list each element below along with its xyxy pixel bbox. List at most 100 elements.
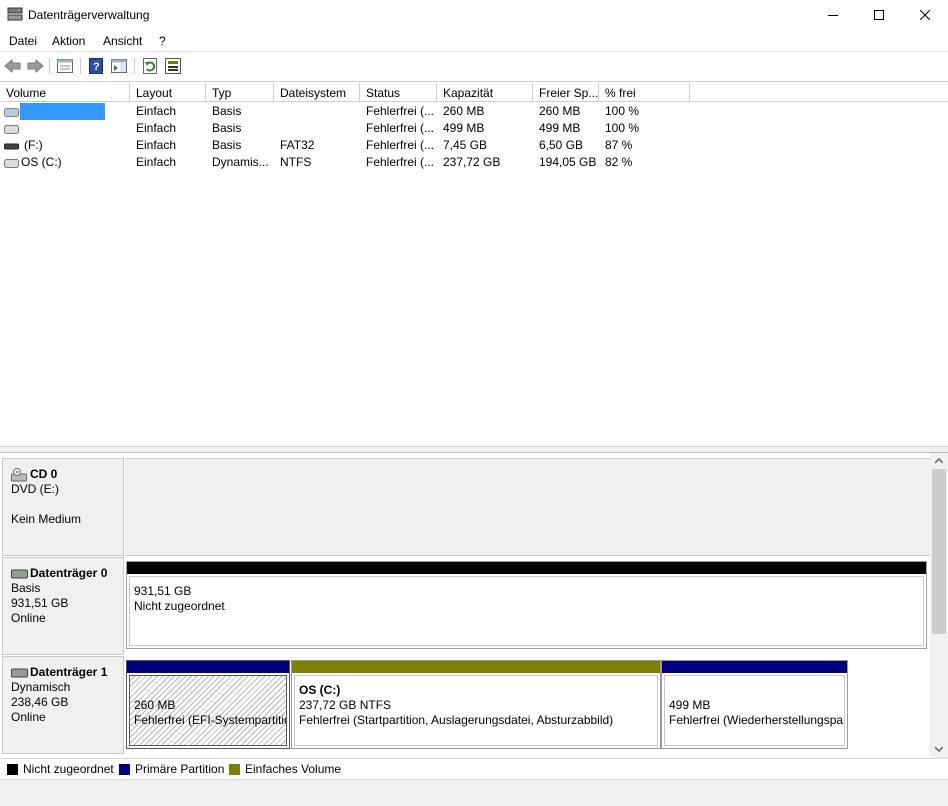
rescan-button[interactable] (163, 56, 183, 76)
cell-dateisystem (273, 121, 359, 137)
partition-size: 237,72 GB NTFS (299, 698, 392, 712)
partition-color-bar (662, 661, 847, 673)
cell-status: Fehlerfrei (... (366, 138, 435, 152)
disk-type: Basis (11, 581, 41, 595)
partition-body: 931,51 GB Nicht zugeordnet (129, 576, 924, 646)
close-button[interactable] (902, 0, 948, 30)
hard-disk-icon (11, 569, 28, 578)
disk-name-row: CD 0 (11, 467, 123, 482)
partition-body: OS (C:) 237,72 GB NTFS Fehlerfrei (Start… (294, 675, 658, 746)
partition-title (134, 683, 286, 698)
column-header-layout[interactable]: Layout (130, 83, 206, 102)
menu-divider (0, 51, 948, 52)
back-button[interactable] (3, 56, 23, 76)
disk-drive-letter: DVD (E:) (11, 482, 59, 496)
disk-size: 238,46 GB (11, 695, 69, 709)
volume-row[interactable]: (F:) Einfach Basis FAT32 Fehlerfrei (...… (0, 137, 948, 154)
partition-color-bar (127, 661, 289, 673)
menu-help[interactable]: ? (159, 34, 166, 48)
disk-media-status: Kein Medium (11, 512, 82, 526)
volume-row[interactable]: Einfach Basis Fehlerfrei (... 499 MB 499… (0, 120, 948, 137)
partition-body: 499 MB Fehlerfrei (Wiederherstellungspa (664, 675, 845, 746)
column-header-freier-speicher[interactable]: Freier Sp... (533, 83, 599, 102)
cell-status: Fehlerfrei (... (366, 155, 435, 169)
toolbar: ? (0, 53, 948, 79)
minimize-button[interactable] (810, 0, 856, 30)
close-icon (920, 10, 930, 20)
partition-size: 931,51 GB (134, 584, 192, 598)
maximize-button[interactable] (856, 0, 902, 30)
legend-label: Nicht zugeordnet (23, 762, 114, 776)
disk-name: CD 0 (30, 467, 58, 481)
cell-prozent-frei: 82 % (605, 155, 633, 169)
menu-aktion[interactable]: Aktion (52, 34, 85, 48)
volume-row[interactable]: Einfach Basis Fehlerfrei (... 260 MB 260… (0, 103, 948, 120)
disk-name: Datenträger 0 (30, 566, 108, 580)
cell-status: Fehlerfrei (... (366, 104, 435, 118)
volume-icon (4, 123, 19, 134)
volume-row[interactable]: OS (C:) Einfach Dynamis... NTFS Fehlerfr… (0, 154, 948, 171)
disk-graph-pane: CD 0 DVD (E:) Kein Medium Datenträger 0 … (0, 453, 948, 758)
column-header-kapazitaet[interactable]: Kapazität (437, 83, 533, 102)
partition-efi[interactable]: 260 MB Fehlerfrei (EFI-Systempartitic (126, 660, 290, 749)
toolbar-separator (49, 58, 50, 74)
properties-button[interactable] (55, 56, 75, 76)
refresh-button[interactable] (140, 56, 160, 76)
cell-freier-speicher: 499 MB (539, 121, 581, 135)
scroll-down-icon[interactable] (935, 746, 943, 752)
vertical-scrollbar[interactable] (930, 453, 948, 758)
cell-kapazitaet: 260 MB (443, 104, 485, 118)
cell-layout: Einfach (136, 155, 177, 169)
hard-disk-icon (11, 668, 28, 677)
disk-online-status: Online (11, 710, 46, 724)
column-header-volume[interactable]: Volume (0, 83, 130, 102)
disk-online-status: Online (11, 611, 46, 625)
forward-icon (27, 59, 44, 73)
cell-kapazitaet: 7,45 GB (443, 138, 488, 152)
action-pane-button[interactable] (109, 56, 129, 76)
column-header-status[interactable]: Status (360, 83, 437, 102)
disk-name: Datenträger 1 (30, 665, 108, 679)
disk-name-row: Datenträger 0 (11, 566, 123, 581)
menu-datei[interactable]: Datei (9, 34, 37, 48)
cd0-empty-area (125, 458, 930, 556)
volume-icon (4, 106, 19, 117)
partition-status: Fehlerfrei (EFI-Systempartitic (134, 713, 287, 727)
cell-layout: Einfach (136, 138, 177, 152)
cell-prozent-frei: 100 % (605, 121, 640, 135)
column-header-prozent-frei[interactable]: % frei (599, 83, 690, 102)
cd-drive-icon (11, 467, 27, 481)
legend-swatch (7, 763, 18, 775)
cell-freier-speicher: 6,50 GB (539, 138, 584, 152)
cell-typ: Basis (212, 138, 242, 152)
disk-label-disk0[interactable]: Datenträger 0 Basis 931,51 GB Online (2, 557, 124, 655)
column-header-typ[interactable]: Typ (206, 83, 274, 102)
legend-label: Einfaches Volume (245, 762, 342, 776)
toolbar-separator (80, 58, 81, 74)
scroll-up-icon[interactable] (935, 458, 943, 464)
disk-label-cd0[interactable]: CD 0 DVD (E:) Kein Medium (2, 458, 124, 556)
rescan-icon (165, 58, 181, 74)
partition-size: 260 MB (134, 698, 176, 712)
disk-label-disk1[interactable]: Datenträger 1 Dynamisch 238,46 GB Online (2, 656, 124, 754)
properties-icon (57, 59, 73, 73)
cell-volume (20, 121, 130, 137)
status-bar (0, 779, 948, 806)
action-pane-icon (111, 59, 127, 73)
scrollbar-thumb[interactable] (932, 469, 946, 634)
disk-name-row: Datenträger 1 (11, 665, 123, 680)
menu-ansicht[interactable]: Ansicht (103, 34, 142, 48)
partition-color-bar (292, 661, 660, 673)
partition-recovery[interactable]: 499 MB Fehlerfrei (Wiederherstellungspa (661, 660, 848, 749)
help-button[interactable]: ? (86, 56, 106, 76)
partition-unallocated[interactable]: 931,51 GB Nicht zugeordnet (126, 561, 927, 649)
partition-os-c[interactable]: OS (C:) 237,72 GB NTFS Fehlerfrei (Start… (291, 660, 661, 749)
forward-button[interactable] (25, 56, 45, 76)
cell-freier-speicher: 260 MB (539, 104, 581, 118)
cell-layout: Einfach (136, 121, 177, 135)
column-header-dateisystem[interactable]: Dateisystem (274, 83, 360, 102)
legend-item-simple: Einfaches Volume (229, 762, 341, 776)
pane-splitter[interactable] (0, 446, 948, 453)
volume-list: Volume Layout Typ Dateisystem Status Kap… (0, 83, 948, 446)
